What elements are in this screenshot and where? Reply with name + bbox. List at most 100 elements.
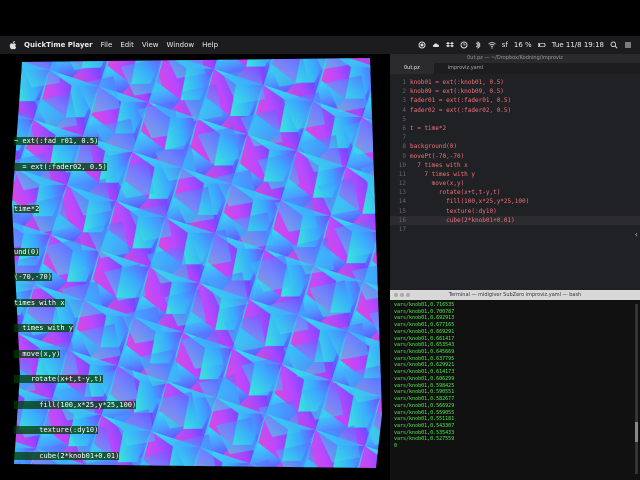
overlay-line: times with y: [14, 324, 74, 332]
search-icon[interactable]: [610, 41, 618, 49]
code-text: fader02 = ext(:fader02, 0.5): [410, 106, 512, 114]
apple-menu-icon[interactable]: [8, 40, 18, 50]
line-number: 7: [402, 134, 406, 142]
editor-text-area[interactable]: 1 knob01 = ext(:knob01, 0.5) 2 knob09 = ext…: [390, 78, 640, 234]
bluetooth-icon[interactable]: [474, 41, 482, 49]
editor-title-bar[interactable]: 0ut.pz — ~/Dropbox/Kodning/improviz: [390, 54, 640, 63]
editor-line[interactable]: 10 7 times with x: [390, 161, 640, 170]
list-menu-icon[interactable]: [624, 41, 632, 49]
terminal-line: vars/knob01,0.582677: [394, 396, 455, 403]
editor-line[interactable]: 11 7 times with y: [390, 170, 640, 179]
dropbox-icon[interactable]: [445, 41, 454, 49]
code-text: rotate(x+t,t-y,t): [410, 189, 501, 197]
terminal-output[interactable]: vars/knob01,0.716535 vars/knob01,0.700787…: [390, 300, 640, 452]
editor-line[interactable]: 4 fader02 = ext(:fader02, 0.5): [390, 106, 640, 115]
editor-line[interactable]: 15 texture(:dy10): [390, 207, 640, 216]
code-text: background(0): [410, 143, 457, 151]
app-name[interactable]: QuickTime Player: [24, 41, 93, 49]
editor-line[interactable]: 2 knob09 = ext(:knob09, 0.5): [390, 87, 640, 96]
terminal-line: vars/knob01,0.669291: [394, 328, 455, 335]
editor-line[interactable]: 14 fill(100,x*25,y*25,100): [390, 197, 640, 206]
line-number: 1: [402, 79, 406, 86]
zoom-window-button[interactable]: [406, 293, 410, 297]
overlay-line: times with x: [14, 298, 65, 307]
line-number: 6: [402, 124, 406, 132]
menu-edit[interactable]: Edit: [120, 41, 134, 49]
video-player[interactable]: ~ ext(:fad r01, 0.5) = ext(:fader02, 0.5…: [0, 54, 390, 480]
editor-line[interactable]: 8 background(0): [390, 142, 640, 151]
line-number: 8: [402, 143, 406, 151]
terminal-line: vars/knob01,0.527559: [394, 436, 455, 443]
record-icon[interactable]: [418, 41, 426, 49]
line-number: 11: [398, 170, 406, 178]
close-window-button[interactable]: [394, 293, 398, 297]
terminal-line: vars/knob01,0.598425: [394, 382, 455, 389]
line-number: 3: [402, 97, 406, 105]
terminal-line: vars/knob01,0.637795: [394, 355, 455, 362]
clock[interactable]: Tue 11/8 19:18: [552, 41, 604, 49]
terminal-line: vars/knob01,0.566929: [394, 402, 455, 409]
cloud-icon[interactable]: [432, 41, 440, 49]
terminal-line: vars/knob01,0.606299: [394, 375, 455, 382]
line-number: 15: [398, 207, 406, 215]
menu-file[interactable]: File: [101, 41, 113, 49]
menu-view[interactable]: View: [142, 41, 159, 49]
tab-0ut-pz[interactable]: 0ut.pz: [390, 63, 434, 74]
terminal-line: vars/knob01,0.692913: [394, 315, 455, 322]
terminal-line: vars/knob01,0.551181: [394, 416, 455, 423]
line-number: 9: [402, 152, 406, 160]
editor-line[interactable]: 13 rotate(x+t,t-y,t): [390, 188, 640, 197]
terminal-title: Terminal — midigiver SubZero improviz.ya…: [448, 292, 582, 298]
tab-improviz-yaml[interactable]: improviz.yaml: [434, 63, 497, 74]
editor-line[interactable]: 7: [390, 133, 640, 142]
editor-line[interactable]: 17: [390, 225, 640, 234]
overlay-line: time*2: [14, 205, 40, 213]
overlay-line: und(0): [14, 247, 40, 256]
terminal-line: vars/knob01,0.653543: [394, 342, 455, 349]
overlay-line: cube(2*knob01+0.01): [14, 451, 120, 460]
editor-line[interactable]: 6 t = time*2: [390, 124, 640, 133]
menu-window[interactable]: Window: [167, 41, 195, 49]
terminal-line: vars/knob01,0.590551: [394, 389, 455, 396]
terminal-line: vars/knob01,0.535433: [394, 429, 455, 436]
code-text: knob01 = ext(:knob01, 0.5): [410, 79, 504, 86]
code-text: 7 times with y: [410, 170, 476, 178]
battery-percent[interactable]: 16 %: [514, 41, 532, 49]
terminal-line: vars/knob01,0.677165: [394, 322, 455, 329]
code-text: knob09 = ext(:knob09, 0.5): [410, 88, 504, 96]
wifi-icon[interactable]: [488, 41, 496, 49]
chevron-left-icon[interactable]: ‹: [635, 230, 638, 239]
terminal-line: vars/knob01,0.559055: [394, 409, 455, 416]
editor-line[interactable]: 1 knob01 = ext(:knob01, 0.5): [390, 78, 640, 87]
editor-line[interactable]: 3 fader01 = ext(:fader01, 0.5): [390, 96, 640, 105]
minimize-window-button[interactable]: [400, 293, 404, 297]
terminal-line: vars/knob01,0.629921: [394, 362, 455, 369]
terminal-line: vars/knob01,0.645669: [394, 349, 455, 356]
code-text: t = time*2: [410, 124, 447, 132]
battery-icon[interactable]: [537, 41, 546, 49]
editor-line[interactable]: 9 movePt(-70,-70): [390, 152, 640, 161]
time-machine-icon[interactable]: [460, 41, 468, 49]
menu-help[interactable]: Help: [202, 41, 218, 49]
overlay-line: fill(100,x*25,y*25,100): [14, 400, 137, 409]
editor-line[interactable]: 5: [390, 115, 640, 124]
terminal-scrollbar[interactable]: [635, 304, 638, 474]
editor-line[interactable]: 12 move(x,y): [390, 179, 640, 188]
terminal-line: vars/knob01,0.661417: [394, 335, 455, 342]
scroll-thumb[interactable]: [635, 422, 638, 442]
terminal-title-bar[interactable]: Terminal — midigiver SubZero improviz.ya…: [390, 290, 640, 300]
line-number: 10: [398, 161, 406, 169]
terminal-line: vars/knob01,0.716535: [394, 302, 455, 308]
line-number: 13: [398, 189, 406, 197]
overlay-line: (-70,-70): [14, 273, 52, 281]
code-text: fill(100,x*25,y*25,100): [410, 198, 530, 206]
terminal-prompt[interactable]: 0: [394, 443, 636, 450]
terminal-line: vars/knob01,0.700787: [394, 308, 455, 315]
status-area: sf 16 % Tue 11/8 19:18: [418, 41, 640, 49]
terminal-line: vars/knob01,0.543307: [394, 422, 455, 429]
editor-line[interactable]: 16 cube(2*knob01+0.01): [390, 215, 640, 225]
line-number: 5: [402, 115, 406, 123]
keyboard-input-indicator[interactable]: sf: [502, 41, 508, 49]
line-number: 12: [398, 180, 406, 188]
code-text: cube(2*knob01+0.01): [410, 216, 515, 224]
